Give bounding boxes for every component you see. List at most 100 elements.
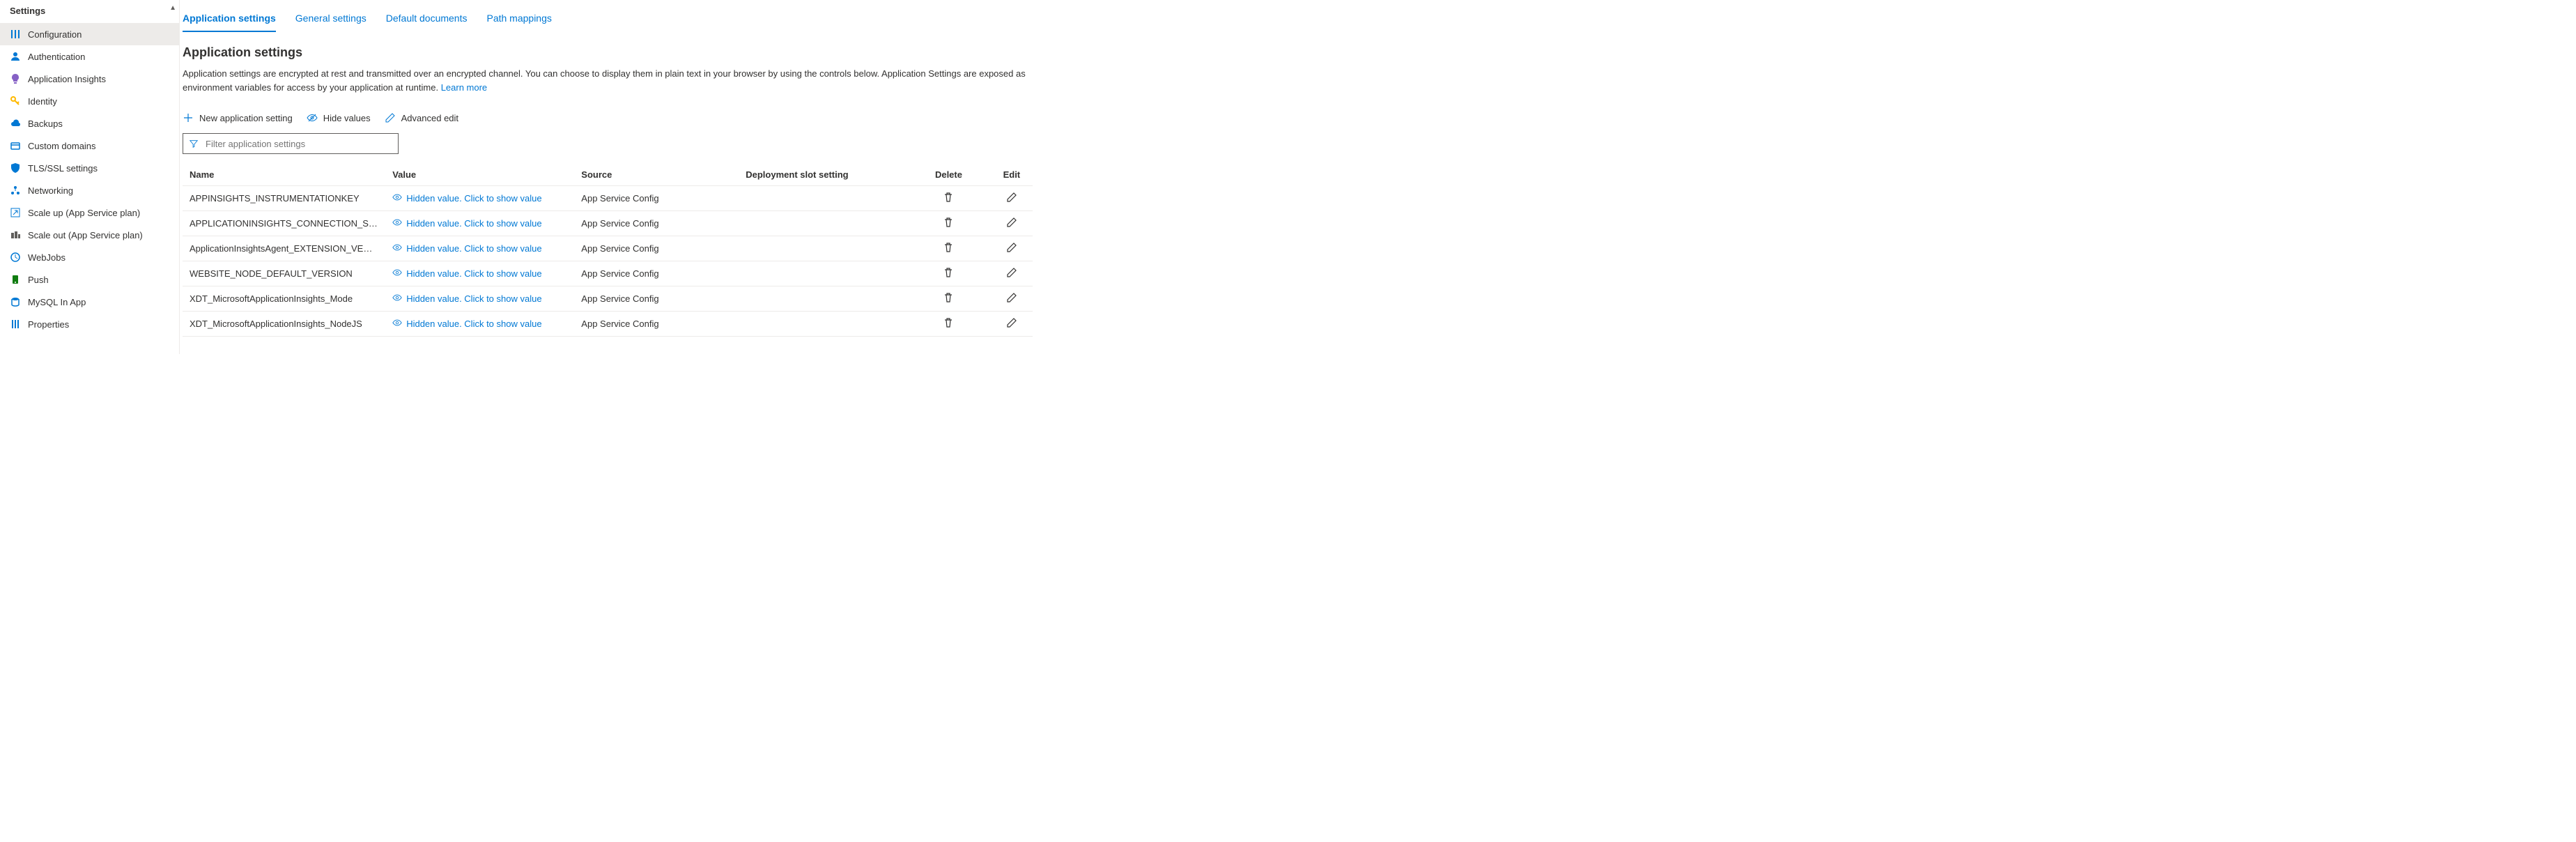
key-icon [10,95,21,107]
section-description-text: Application settings are encrypted at re… [183,68,1026,93]
bulb-icon [10,73,21,84]
setting-source: App Service Config [574,211,739,236]
hidden-value-text: Hidden value. Click to show value [406,319,541,329]
table-row: APPINSIGHTS_INSTRUMENTATIONKEY Hidden val… [183,186,1033,211]
eye-icon [392,192,402,204]
setting-name[interactable]: APPINSIGHTS_INSTRUMENTATIONKEY [190,193,378,204]
show-value-button[interactable]: Hidden value. Click to show value [392,243,567,254]
show-value-button[interactable]: Hidden value. Click to show value [392,192,567,204]
setting-source: App Service Config [574,236,739,261]
sidebar-item-mysql-in-app[interactable]: MySQL In App [0,291,179,313]
delete-button[interactable] [943,192,954,203]
col-header-name[interactable]: Name [183,164,385,186]
tab-general-settings[interactable]: General settings [295,7,367,32]
new-application-setting-button[interactable]: New application setting [183,109,293,126]
sidebar-item-label: Authentication [28,52,85,62]
sidebar-item-push[interactable]: Push [0,268,179,291]
edit-button[interactable] [1006,242,1017,253]
sidebar-header: Settings [0,0,179,23]
filter-input[interactable] [204,138,392,150]
sidebar-item-scale-up-app-service-plan-[interactable]: Scale up (App Service plan) [0,201,179,224]
shield-icon [10,162,21,174]
sidebar-item-webjobs[interactable]: WebJobs [0,246,179,268]
sidebar-item-configuration[interactable]: Configuration [0,23,179,45]
hidden-value-text: Hidden value. Click to show value [406,293,541,304]
delete-button[interactable] [943,317,954,328]
section-description: Application settings are encrypted at re… [183,67,1040,94]
tab-path-mappings[interactable]: Path mappings [486,7,551,32]
setting-name[interactable]: XDT_MicrosoftApplicationInsights_NodeJS [190,319,378,329]
pencil-icon [385,112,396,123]
tab-application-settings[interactable]: Application settings [183,7,276,32]
delete-button[interactable] [943,242,954,253]
sidebar-item-label: Configuration [28,29,82,40]
col-header-slot[interactable]: Deployment slot setting [739,164,907,186]
application-settings-table: Name Value Source Deployment slot settin… [183,164,1033,337]
advanced-edit-label: Advanced edit [401,113,458,123]
col-header-edit: Edit [991,164,1033,186]
setting-name[interactable]: ApplicationInsightsAgent_EXTENSION_VERSI… [190,243,378,254]
sidebar-item-label: TLS/SSL settings [28,163,98,174]
tab-default-documents[interactable]: Default documents [386,7,468,32]
sidebar-item-backups[interactable]: Backups [0,112,179,135]
setting-source: App Service Config [574,261,739,286]
scaleup-icon [10,207,21,218]
sidebar-item-identity[interactable]: Identity [0,90,179,112]
show-value-button[interactable]: Hidden value. Click to show value [392,268,567,280]
collapse-sidebar-icon[interactable]: ▲ [169,4,176,12]
push-icon [10,274,21,285]
sliders-icon [10,29,21,40]
hidden-value-text: Hidden value. Click to show value [406,268,541,279]
edit-button[interactable] [1006,292,1017,303]
sidebar-item-networking[interactable]: Networking [0,179,179,201]
show-value-button[interactable]: Hidden value. Click to show value [392,293,567,305]
setting-name[interactable]: XDT_MicrosoftApplicationInsights_Mode [190,293,378,304]
table-row: APPLICATIONINSIGHTS_CONNECTION_STRING Hid… [183,211,1033,236]
plus-icon [183,112,194,123]
sidebar-item-authentication[interactable]: Authentication [0,45,179,68]
sidebar-item-scale-out-app-service-plan-[interactable]: Scale out (App Service plan) [0,224,179,246]
show-value-button[interactable]: Hidden value. Click to show value [392,217,567,229]
edit-button[interactable] [1006,317,1017,328]
delete-button[interactable] [943,267,954,278]
new-setting-label: New application setting [199,113,293,123]
network-icon [10,185,21,196]
table-row: WEBSITE_NODE_DEFAULT_VERSION Hidden value… [183,261,1033,286]
hide-values-button[interactable]: Hide values [307,109,371,126]
sidebar-item-label: Backups [28,118,63,129]
setting-source: App Service Config [574,286,739,312]
sidebar-item-label: Scale up (App Service plan) [28,208,140,218]
col-header-source[interactable]: Source [574,164,739,186]
sidebar-item-application-insights[interactable]: Application Insights [0,68,179,90]
show-value-button[interactable]: Hidden value. Click to show value [392,318,567,330]
sidebar-item-label: Networking [28,185,73,196]
eye-slash-icon [307,112,318,123]
edit-button[interactable] [1006,192,1017,203]
learn-more-link[interactable]: Learn more [441,82,487,93]
col-header-value[interactable]: Value [385,164,574,186]
sidebar-item-custom-domains[interactable]: Custom domains [0,135,179,157]
person-icon [10,51,21,62]
filter-input-container[interactable] [183,133,399,154]
domain-icon [10,140,21,151]
setting-source: App Service Config [574,186,739,211]
delete-button[interactable] [943,217,954,228]
table-row: XDT_MicrosoftApplicationInsights_Mode Hid… [183,286,1033,312]
sidebar-item-label: WebJobs [28,252,65,263]
edit-button[interactable] [1006,217,1017,228]
sidebar-item-properties[interactable]: Properties [0,313,179,335]
advanced-edit-button[interactable]: Advanced edit [385,109,458,126]
setting-name[interactable]: WEBSITE_NODE_DEFAULT_VERSION [190,268,378,279]
delete-button[interactable] [943,292,954,303]
setting-name[interactable]: APPLICATIONINSIGHTS_CONNECTION_STRING [190,218,378,229]
col-header-delete: Delete [907,164,990,186]
edit-button[interactable] [1006,267,1017,278]
setting-source: App Service Config [574,312,739,337]
table-row: ApplicationInsightsAgent_EXTENSION_VERSI… [183,236,1033,261]
main-content: Application settings General settings Defa… [180,0,2576,354]
sidebar-item-label: MySQL In App [28,297,86,307]
settings-toolbar: New application setting Hide values Adva… [183,109,2576,126]
sidebar-item-label: Application Insights [28,74,106,84]
sidebar-item-tls-ssl-settings[interactable]: TLS/SSL settings [0,157,179,179]
table-row: XDT_MicrosoftApplicationInsights_NodeJS H… [183,312,1033,337]
